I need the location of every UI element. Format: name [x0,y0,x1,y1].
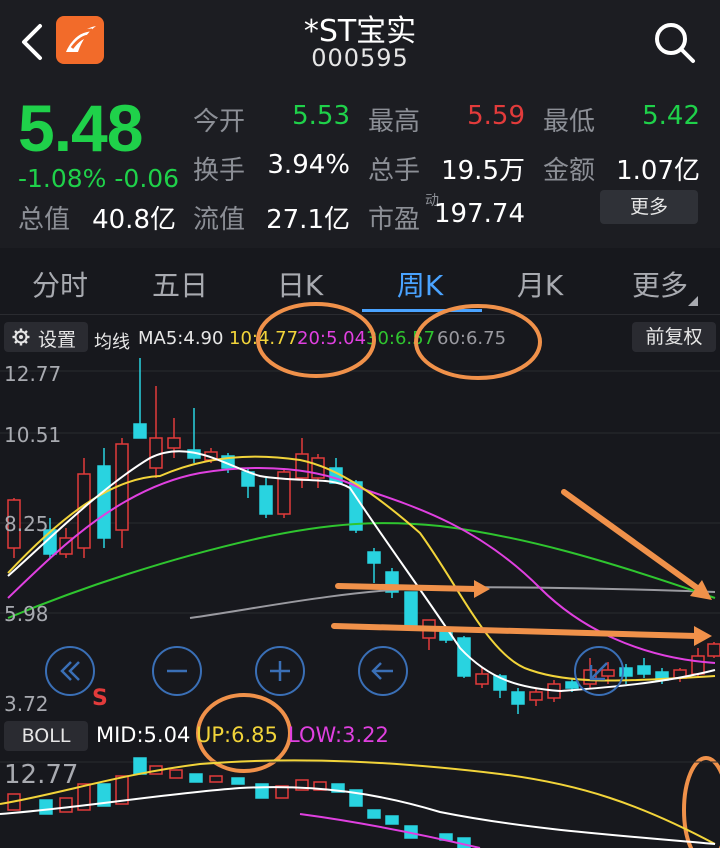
candle-body [255,783,269,799]
candle-body [231,777,245,785]
annotation-arrow [561,489,703,593]
boll-mid: MID:5.04 [96,723,191,747]
candle-body [189,773,203,783]
annotation-circle [414,304,542,380]
boll-button[interactable]: BOLL [4,721,88,751]
boll-top-label: 12.77 [4,760,79,790]
candle-body [59,797,73,813]
boll-up: UP:6.85 [196,723,278,747]
candle-body [385,815,399,825]
candle-body [39,799,53,815]
candle-body [209,775,223,783]
candle-body [133,757,147,775]
boll-low: LOW:3.22 [288,723,389,747]
annotation-overlay [196,302,720,848]
candle-body [169,769,183,779]
annotation-arrow [335,583,479,592]
boll-chart[interactable] [0,754,720,848]
annotation-circle [256,302,376,378]
candle-body [367,809,381,819]
annotation-arrow [331,623,699,639]
